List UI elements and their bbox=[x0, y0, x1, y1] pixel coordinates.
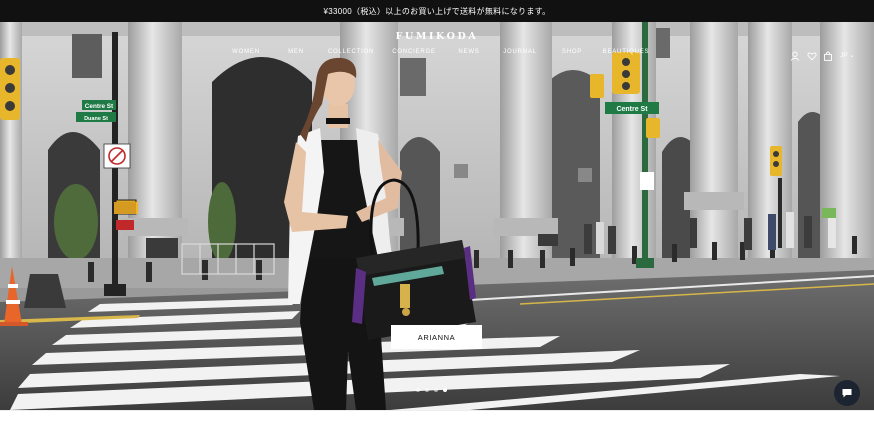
announcement-bar: ¥33000（税込）以上のお買い上げで送料が無料になります。 bbox=[0, 0, 874, 22]
wishlist-heart-icon[interactable] bbox=[807, 51, 817, 61]
nav-beautiques[interactable]: BEAUTIQUES bbox=[603, 49, 650, 55]
slide-dot-3[interactable] bbox=[434, 388, 438, 392]
chat-button[interactable] bbox=[834, 380, 860, 406]
site-header: FUMIKODA WOMEN MEN COLLECTION CONCIERGE … bbox=[0, 22, 874, 64]
nav-collection[interactable]: COLLECTION bbox=[328, 49, 374, 55]
arianna-cta-button[interactable]: ARIANNA bbox=[391, 325, 482, 349]
slide-dot-1[interactable] bbox=[416, 388, 420, 392]
bag-icon[interactable] bbox=[823, 51, 833, 61]
account-icon[interactable] bbox=[790, 51, 800, 61]
nav-journal[interactable]: JOURNAL bbox=[503, 49, 537, 55]
nav-shop[interactable]: SHOP bbox=[562, 49, 582, 55]
nav-men[interactable]: MEN bbox=[288, 49, 304, 55]
slider-pagination bbox=[416, 388, 447, 394]
hero-image: Centre St Duane St Centre St bbox=[0, 22, 874, 410]
street-sign-centre-left: Centre St bbox=[85, 103, 114, 110]
hero-slider: Centre St Duane St Centre St bbox=[0, 22, 874, 410]
slide-dot-2[interactable] bbox=[425, 388, 429, 392]
chat-bubble-icon bbox=[842, 389, 852, 398]
announcement-text: ¥33000（税込）以上のお買い上げで送料が無料になります。 bbox=[323, 6, 551, 16]
site-logo[interactable]: FUMIKODA bbox=[0, 31, 874, 42]
below-fold-section bbox=[0, 410, 874, 432]
chevron-down-icon: ⌄ bbox=[849, 52, 855, 59]
language-label: JP bbox=[840, 52, 848, 59]
street-sign-centre-right: Centre St bbox=[616, 106, 648, 113]
page: ¥33000（税込）以上のお買い上げで送料が無料になります。 Centre St… bbox=[0, 0, 874, 432]
nav-news[interactable]: NEWS bbox=[458, 49, 479, 55]
language-selector[interactable]: JP ⌄ bbox=[840, 51, 855, 59]
slide-dot-4[interactable] bbox=[443, 388, 447, 392]
street-sign-duane: Duane St bbox=[84, 116, 108, 122]
nav-concierge[interactable]: CONCIERGE bbox=[392, 49, 436, 55]
nav-women[interactable]: WOMEN bbox=[232, 49, 260, 55]
